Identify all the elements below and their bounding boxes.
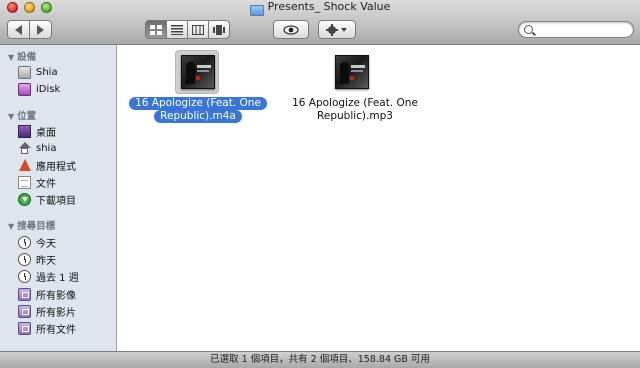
sidebar-item-label: 今天 xyxy=(36,238,56,250)
sidebar-item-label: Shia xyxy=(36,66,58,78)
sidebar-item-applications[interactable]: 應用程式 xyxy=(18,157,76,173)
sidebar-item-shia-drive[interactable]: Shia xyxy=(18,64,58,80)
sidebar-item-downloads[interactable]: 下載項目 xyxy=(18,191,76,207)
file-browser-pane[interactable]: 16 Apologize (Feat. One Republic).m4a 16… xyxy=(118,45,640,351)
icon-view-icon xyxy=(150,24,162,35)
file-name-line: 16 Apologize (Feat. One xyxy=(129,97,267,110)
list-view-icon xyxy=(171,24,183,35)
home-icon xyxy=(18,141,31,155)
coverflow-view-button[interactable] xyxy=(208,20,230,39)
column-view-icon xyxy=(192,24,204,35)
folder-icon xyxy=(249,5,264,16)
file-name-label: 16 Apologize (Feat. One Republic).m4a xyxy=(118,97,278,123)
sidebar-item-today[interactable]: 今天 xyxy=(18,234,56,250)
sidebar-item-documents[interactable]: 文件 xyxy=(18,174,56,190)
sidebar-item-all-documents[interactable]: 所有文件 xyxy=(18,320,76,336)
search-icon xyxy=(524,25,533,34)
eye-icon xyxy=(283,24,299,35)
coverflow-view-icon xyxy=(213,24,225,35)
section-title: 設備 xyxy=(17,52,37,63)
window-title-bar: Presents_ Shock Value xyxy=(0,0,640,16)
file-name-line: 16 Apologize (Feat. One xyxy=(292,97,418,109)
forward-button[interactable] xyxy=(29,20,52,39)
smart-folder-icon xyxy=(18,321,31,335)
applications-icon xyxy=(18,158,31,172)
column-view-button[interactable] xyxy=(187,20,209,39)
sidebar-item-home[interactable]: shia xyxy=(18,140,56,156)
disclosure-triangle-icon[interactable]: ▼ xyxy=(8,53,14,62)
section-title: 位置 xyxy=(17,111,37,122)
sidebar-section-devices[interactable]: ▼ 設備 xyxy=(8,49,36,63)
disclosure-triangle-icon[interactable]: ▼ xyxy=(8,222,14,231)
sidebar-item-label: 所有影像 xyxy=(36,290,76,302)
idisk-icon xyxy=(18,82,31,96)
sidebar-item-idisk[interactable]: iDisk xyxy=(18,81,60,97)
file-name-line: Republic).m4a xyxy=(154,110,242,123)
forward-arrow-icon xyxy=(37,24,44,35)
back-button[interactable] xyxy=(7,20,30,39)
sidebar-item-label: 下載項目 xyxy=(36,195,76,207)
documents-icon xyxy=(18,175,31,189)
sidebar-item-label: shia xyxy=(36,142,57,154)
clock-icon xyxy=(18,269,31,283)
sidebar-item-label: 文件 xyxy=(36,178,56,190)
status-text: 已選取 1 個項目，共有 2 個項目、158.84 GB 可用 xyxy=(210,354,430,365)
section-title: 搜尋目標 xyxy=(17,221,56,232)
gear-icon xyxy=(326,23,347,36)
sidebar-item-desktop[interactable]: 桌面 xyxy=(18,123,56,139)
sidebar-item-all-movies[interactable]: 所有影片 xyxy=(18,303,76,319)
clock-icon xyxy=(18,235,31,249)
sidebar-item-label: iDisk xyxy=(36,83,61,95)
sidebar-item-label: 所有文件 xyxy=(36,324,76,336)
sidebar-section-places[interactable]: ▼ 位置 xyxy=(8,108,36,122)
list-view-button[interactable] xyxy=(166,20,188,39)
status-bar: 已選取 1 個項目，共有 2 個項目、158.84 GB 可用 xyxy=(0,351,640,368)
sidebar-item-yesterday[interactable]: 昨天 xyxy=(18,251,56,267)
hard-drive-icon xyxy=(18,65,31,79)
file-name-line: Republic).mp3 xyxy=(317,110,393,122)
icon-view-button[interactable] xyxy=(145,20,167,39)
album-art-icon xyxy=(181,55,215,89)
sidebar-item-label: 桌面 xyxy=(36,127,56,139)
back-arrow-icon xyxy=(15,24,22,35)
action-menu-button[interactable] xyxy=(318,20,356,39)
quick-look-button[interactable] xyxy=(273,20,309,39)
sidebar-item-all-images[interactable]: 所有影像 xyxy=(18,286,76,302)
sidebar-item-label: 所有影片 xyxy=(36,307,76,319)
desktop-icon xyxy=(18,124,31,138)
search-field[interactable] xyxy=(518,21,634,38)
file-name-label: 16 Apologize (Feat. One Republic).mp3 xyxy=(278,97,432,123)
sidebar-item-label: 昨天 xyxy=(36,255,56,267)
album-art-icon xyxy=(335,55,369,89)
clock-icon xyxy=(18,252,31,266)
disclosure-triangle-icon[interactable]: ▼ xyxy=(8,112,14,121)
smart-folder-icon xyxy=(18,287,31,301)
downloads-icon xyxy=(18,192,31,206)
sidebar-item-label: 過去 1 週 xyxy=(36,272,79,284)
sidebar: ▼ 設備 Shia iDisk ▼ 位置 桌面 shia 應用程式 文件 下載項目 … xyxy=(0,45,117,351)
window-toolbar: Presents_ Shock Value xyxy=(0,0,640,45)
sidebar-section-search-for[interactable]: ▼ 搜尋目標 xyxy=(8,218,55,232)
sidebar-item-past-week[interactable]: 過去 1 週 xyxy=(18,268,79,284)
smart-folder-icon xyxy=(18,304,31,318)
file-item[interactable]: 16 Apologize (Feat. One Republic).mp3 xyxy=(278,45,438,135)
window-title: Presents_ Shock Value xyxy=(267,0,391,13)
sidebar-item-label: 應用程式 xyxy=(36,161,76,173)
